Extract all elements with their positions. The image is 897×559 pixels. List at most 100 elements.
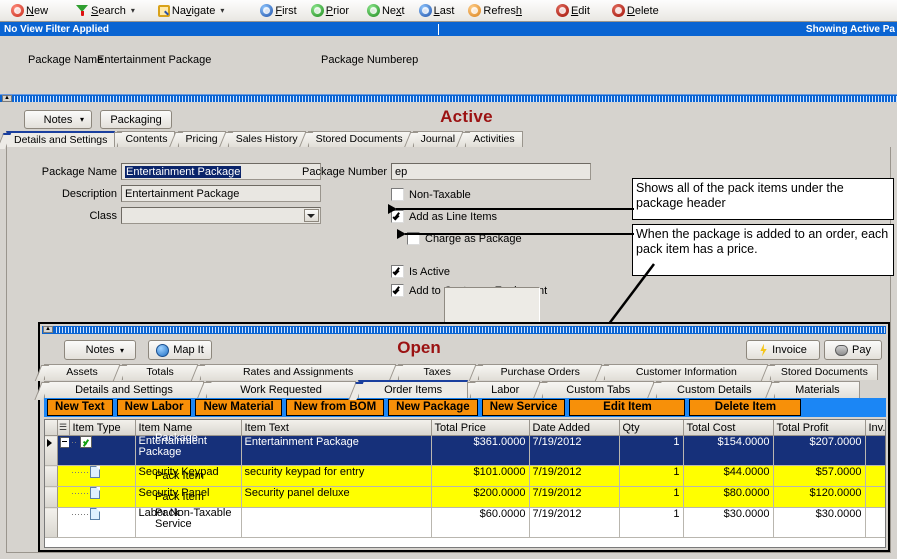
order-status-text: Open <box>397 338 441 357</box>
invoice-button[interactable]: Invoice <box>746 340 820 360</box>
toolbar-first-button[interactable]: First <box>254 1 302 21</box>
cell-item-text: Entertainment Package <box>241 435 432 466</box>
toolbar-delete-button[interactable]: Delete <box>606 1 665 21</box>
tab-custom-tabs[interactable]: Custom Tabs <box>542 381 655 399</box>
checkbox-box[interactable] <box>391 188 404 201</box>
tab-journal[interactable]: Journal <box>412 131 464 147</box>
checkbox-is-active[interactable]: Is Active <box>391 265 450 278</box>
class-select[interactable] <box>121 207 321 224</box>
order-tabstrip-row1: Assets Totals Rates and Assignments Taxe… <box>44 364 886 380</box>
cell-total-cost: $44.0000 <box>683 465 774 487</box>
package-window: New Search ▾ Navigate ▾ First Prior Next L… <box>0 0 897 559</box>
checkbox-label: Add as Line Items <box>409 210 498 223</box>
edit-item-button[interactable]: Edit Item <box>569 399 686 416</box>
tab-details-and-settings[interactable]: Details and Settings <box>44 381 204 399</box>
header-package-name-label: Package Name <box>28 54 104 66</box>
new-labor-button[interactable]: New Labor <box>116 399 192 416</box>
row-gutter <box>45 507 58 538</box>
checkbox-add-as-line-items[interactable]: Add as Line Items <box>391 210 497 223</box>
tab-sales-history[interactable]: Sales History <box>227 131 306 147</box>
tab-contents[interactable]: Contents <box>117 131 176 147</box>
first-record-icon <box>260 4 274 17</box>
toolbar-search-button[interactable]: Search ▾ <box>70 1 141 21</box>
toolbar-next-button[interactable]: Next <box>361 1 411 21</box>
tab-activities[interactable]: Activities <box>465 131 523 147</box>
cell-qty: 1 <box>619 465 684 487</box>
column-header-qty[interactable]: Qty <box>619 420 684 436</box>
package-number-value: ep <box>395 166 408 178</box>
package-number-label: Package Number <box>302 166 387 178</box>
tab-purchase-orders[interactable]: Purchase Orders <box>478 364 603 380</box>
cell-total-cost: $154.0000 <box>683 435 774 466</box>
page-icon <box>90 466 100 479</box>
new-service-button[interactable]: New Service <box>481 399 566 416</box>
tab-assets[interactable]: Assets <box>44 364 120 380</box>
new-from-bom-button[interactable]: New from BOM <box>285 399 385 416</box>
chevron-down-icon[interactable]: ▾ <box>220 6 224 15</box>
annotation-note-2-text: When the package is added to an order, e… <box>636 227 889 256</box>
package-number-input[interactable]: ep <box>391 163 591 180</box>
tab-custom-details[interactable]: Custom Details <box>656 381 773 399</box>
toolbar-new-button[interactable]: New <box>5 1 54 21</box>
tab-pricing[interactable]: Pricing <box>177 131 226 147</box>
column-header-item-text[interactable]: Item Text <box>241 420 432 436</box>
column-header-total-profit[interactable]: Total Profit <box>773 420 866 436</box>
row-check-icon[interactable] <box>80 436 92 449</box>
toolbar-refresh-button[interactable]: Refresh <box>462 1 528 21</box>
description-input[interactable]: Entertainment Package <box>121 185 321 202</box>
column-header-total-cost[interactable]: Total Cost <box>683 420 774 436</box>
cell-inv <box>865 486 885 508</box>
description-label: Description <box>61 188 117 200</box>
header-package-number-value: ep <box>406 54 419 66</box>
tab-taxes[interactable]: Taxes <box>398 364 477 380</box>
cell-item-type-row4: Pack Service <box>155 507 192 530</box>
tab-totals[interactable]: Totals <box>122 364 199 380</box>
tab-work-requested[interactable]: Work Requested <box>206 381 357 399</box>
annotation-arrow-2-head <box>397 229 406 239</box>
tab-customer-information[interactable]: Customer Information <box>604 364 769 380</box>
column-header-total-price[interactable]: Total Price <box>431 420 530 436</box>
expander-collapse-icon[interactable] <box>59 436 69 448</box>
new-package-button[interactable]: New Package <box>388 399 478 416</box>
column-header-date-added[interactable]: Date Added <box>529 420 620 436</box>
tab-order-items[interactable]: Order Items <box>358 380 469 398</box>
chevron-down-icon[interactable]: ▾ <box>131 6 135 15</box>
tab-rates-and-assignments[interactable]: Rates and Assignments <box>200 364 397 380</box>
column-header-inv[interactable]: Inv. <box>865 420 885 436</box>
row-tree-toggle[interactable] <box>57 435 69 466</box>
cell-total-profit: $120.0000 <box>773 486 866 508</box>
toolbar-navigate-button[interactable]: Navigate ▾ <box>151 1 230 21</box>
tab-labor[interactable]: Labor <box>470 381 541 399</box>
collapse-chevron-icon[interactable]: ▲ <box>2 95 12 102</box>
delete-item-button[interactable]: Delete Item <box>689 399 802 416</box>
cell-item-text: security keypad for entry <box>241 465 432 487</box>
cell-inv <box>865 507 885 538</box>
checkbox-non-taxable[interactable]: Non-Taxable <box>391 188 471 201</box>
grid-menu-icon[interactable]: ☰ <box>57 420 70 436</box>
checkbox-box[interactable] <box>391 265 404 278</box>
chevron-down-icon[interactable] <box>307 214 315 218</box>
pay-label: Pay <box>852 344 871 356</box>
top-splitter[interactable]: ▲ <box>0 94 897 102</box>
column-header-item-type[interactable]: Item Type <box>69 420 136 436</box>
tab-materials[interactable]: Materials <box>774 381 861 399</box>
toolbar-last-button[interactable]: Last <box>413 1 461 21</box>
tab-details-and-settings[interactable]: Details and Settings <box>6 131 116 147</box>
package-status-text: Active <box>440 107 493 126</box>
pay-button[interactable]: Pay <box>824 340 882 360</box>
new-text-button[interactable]: New Text <box>47 399 113 416</box>
cell-date-added: 7/19/2012 <box>529 435 620 466</box>
checkbox-box[interactable] <box>391 284 404 297</box>
cell-total-price: $200.0000 <box>431 486 530 508</box>
cell-total-profit: $30.0000 <box>773 507 866 538</box>
new-material-button[interactable]: New Material <box>195 399 282 416</box>
tab-stored-documents[interactable]: Stored Documents <box>770 364 879 380</box>
bottom-splitter[interactable]: ▲ <box>42 326 886 334</box>
toolbar-prior-button[interactable]: Prior <box>305 1 355 21</box>
toolbar-edit-button[interactable]: Edit <box>550 1 596 21</box>
collapse-chevron-icon[interactable]: ▲ <box>43 326 53 333</box>
tab-stored-documents[interactable]: Stored Documents <box>307 131 411 147</box>
cell-item-type-row3: Pack Item <box>155 491 204 503</box>
package-name-value: Entertainment Package <box>125 166 242 178</box>
checkbox-label: Is Active <box>409 265 450 278</box>
